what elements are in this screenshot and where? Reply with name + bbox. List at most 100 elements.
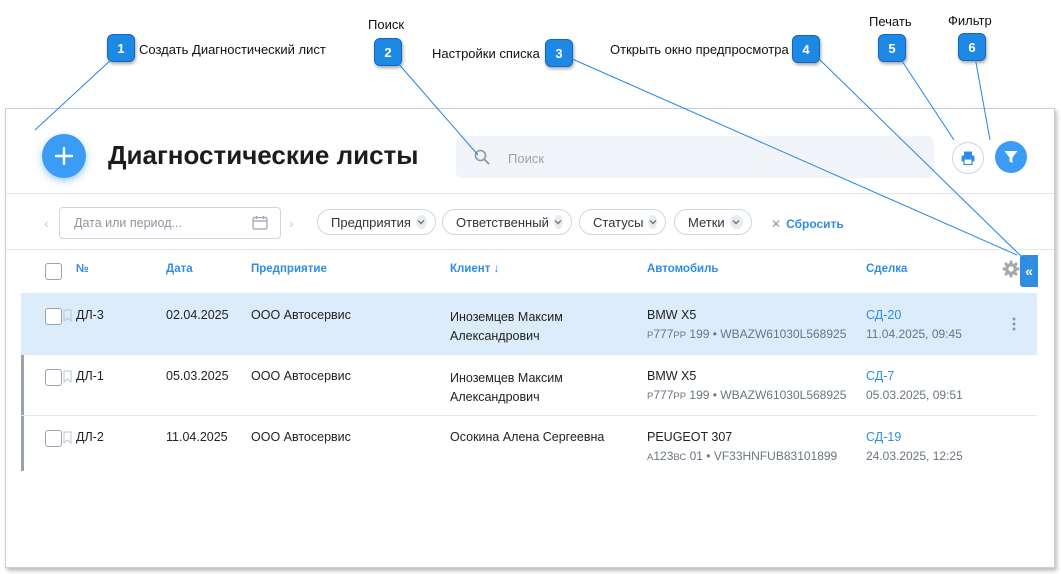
callout-1: 1 — [107, 34, 135, 62]
callout-5-label: Печать — [869, 14, 912, 29]
table-row[interactable]: ДЛ-3 02.04.2025 ООО Автосервис Иноземцев… — [21, 293, 1037, 354]
company-name: ООО Автосервис — [251, 430, 351, 444]
filter-divider — [6, 249, 1054, 250]
car-plate-vin: А123ВС 01 • VF33HNFUB83101899 — [647, 449, 838, 463]
deal-link[interactable]: СД-7 — [866, 369, 963, 383]
page-title: Диагностические листы — [108, 140, 419, 170]
client-line: Иноземцев Максим — [450, 310, 563, 324]
chip-label: Ответственный — [456, 214, 549, 230]
car-plate-vin: Р777РР 199 • WBAZW61030L568925 — [647, 388, 847, 402]
column-car[interactable]: Автомобиль — [647, 263, 719, 275]
select-all-checkbox[interactable] — [45, 263, 62, 280]
chevron-down-icon — [553, 215, 563, 229]
client-name: Осокина Алена Сергеевна — [450, 430, 605, 444]
search-box[interactable] — [456, 136, 934, 178]
plus-icon — [54, 146, 74, 166]
sheet-number[interactable]: ДЛ-3 — [76, 308, 104, 322]
car-info: PEUGEOT 307 А123ВС 01 • VF33HNFUB8310189… — [647, 430, 837, 463]
date-placeholder: Дата или период... — [74, 216, 182, 230]
column-client[interactable]: Клиент ↓ — [450, 263, 499, 275]
bookmark-icon[interactable] — [63, 431, 72, 444]
date-period-input[interactable]: Дата или период... — [59, 207, 281, 239]
table-row[interactable]: ДЛ-1 05.03.2025 ООО Автосервис Иноземцев… — [21, 355, 1037, 416]
chip-label: Статусы — [593, 214, 644, 230]
reset-label: Сбросить — [786, 217, 844, 231]
table-row[interactable]: ДЛ-2 11.04.2025 ООО Автосервис Осокина А… — [21, 416, 1037, 477]
company-name: ООО Автосервис — [251, 308, 351, 322]
chip-statuses[interactable]: Статусы — [579, 209, 666, 235]
column-company[interactable]: Предприятие — [251, 263, 327, 275]
search-icon — [474, 149, 490, 165]
column-deal[interactable]: Сделка — [866, 263, 907, 275]
client-line: Александрович — [450, 390, 540, 404]
car-model: BMW X5 — [647, 308, 697, 322]
print-button[interactable] — [952, 142, 984, 174]
chevron-down-icon — [415, 215, 427, 229]
bookmark-icon[interactable] — [63, 309, 72, 322]
callout-6: 6 — [958, 33, 986, 61]
deal-date: 11.04.2025, 09:45 — [866, 327, 962, 341]
client-line: Александрович — [450, 329, 540, 343]
client-name: Иноземцев Максим Александрович — [450, 369, 563, 407]
callout-4: 4 — [792, 35, 820, 63]
search-input[interactable] — [506, 147, 910, 169]
chip-responsible[interactable]: Ответственный — [442, 209, 572, 235]
column-date[interactable]: Дата — [166, 263, 193, 275]
chip-tags[interactable]: Метки — [674, 209, 752, 235]
row-checkbox[interactable] — [45, 308, 62, 325]
bookmark-icon[interactable] — [63, 370, 72, 383]
deal-info: СД-7 05.03.2025, 09:51 — [866, 369, 963, 402]
filter-row: ‹ Дата или период... › Предприятия Ответ… — [6, 205, 1054, 241]
open-preview-button[interactable]: « — [1020, 255, 1038, 287]
funnel-icon — [1004, 151, 1018, 163]
sheet-date: 11.04.2025 — [166, 430, 228, 444]
header-divider — [6, 193, 1054, 194]
callout-1-label: Создать Диагностический лист — [139, 42, 326, 57]
chevron-down-icon — [648, 215, 657, 229]
sheet-number[interactable]: ДЛ-2 — [76, 430, 104, 444]
callout-6-label: Фильтр — [948, 13, 992, 28]
car-model: PEUGEOT 307 — [647, 430, 733, 444]
car-info: BMW X5 Р777РР 199 • WBAZW61030L568925 — [647, 308, 846, 341]
row-marker — [21, 355, 24, 416]
filter-button[interactable] — [995, 141, 1027, 173]
double-chevron-left-icon: « — [1025, 263, 1033, 279]
sheet-date: 02.04.2025 — [166, 308, 229, 322]
reset-filters-button[interactable]: ✕ Сбросить — [771, 217, 844, 231]
column-number[interactable]: № — [76, 263, 89, 275]
row-marker — [21, 416, 24, 471]
gear-icon[interactable] — [1002, 260, 1020, 278]
deal-info: СД-20 11.04.2025, 09:45 — [866, 308, 962, 341]
deal-date: 05.03.2025, 09:51 — [866, 388, 963, 402]
deal-link[interactable]: СД-19 — [866, 430, 963, 444]
row-checkbox[interactable] — [45, 430, 62, 447]
chip-label: Предприятия — [331, 214, 411, 230]
callout-5: 5 — [878, 34, 906, 62]
create-sheet-button[interactable] — [42, 134, 86, 178]
company-name: ООО Автосервис — [251, 369, 351, 383]
client-name: Иноземцев Максим Александрович — [450, 308, 563, 346]
callout-3-label: Настройки списка — [432, 46, 540, 61]
deal-date: 24.03.2025, 12:25 — [866, 449, 963, 463]
callout-3: 3 — [545, 39, 573, 67]
chip-companies[interactable]: Предприятия — [317, 209, 436, 235]
client-line: Иноземцев Максим — [450, 371, 563, 385]
car-info: BMW X5 Р777РР 199 • WBAZW61030L568925 — [647, 369, 846, 402]
sheet-number[interactable]: ДЛ-1 — [76, 369, 104, 383]
callout-2: 2 — [374, 38, 402, 66]
calendar-icon — [252, 216, 268, 230]
period-next-arrow[interactable]: › — [289, 215, 294, 231]
chip-label: Метки — [688, 214, 725, 230]
kebab-icon[interactable] — [1012, 317, 1016, 331]
deal-info: СД-19 24.03.2025, 12:25 — [866, 430, 963, 463]
deal-link[interactable]: СД-20 — [866, 308, 962, 322]
callout-4-label: Открыть окно предпросмотра — [610, 42, 789, 57]
sheet-date: 05.03.2025 — [166, 369, 229, 383]
car-model: BMW X5 — [647, 369, 697, 383]
row-checkbox[interactable] — [45, 369, 62, 386]
printer-icon — [961, 151, 975, 166]
close-icon: ✕ — [771, 217, 782, 231]
callout-2-label: Поиск — [368, 17, 405, 32]
diagnostic-sheets-panel: Диагностические листы ‹ Дата или период.… — [5, 108, 1055, 568]
period-prev-arrow[interactable]: ‹ — [44, 215, 49, 231]
